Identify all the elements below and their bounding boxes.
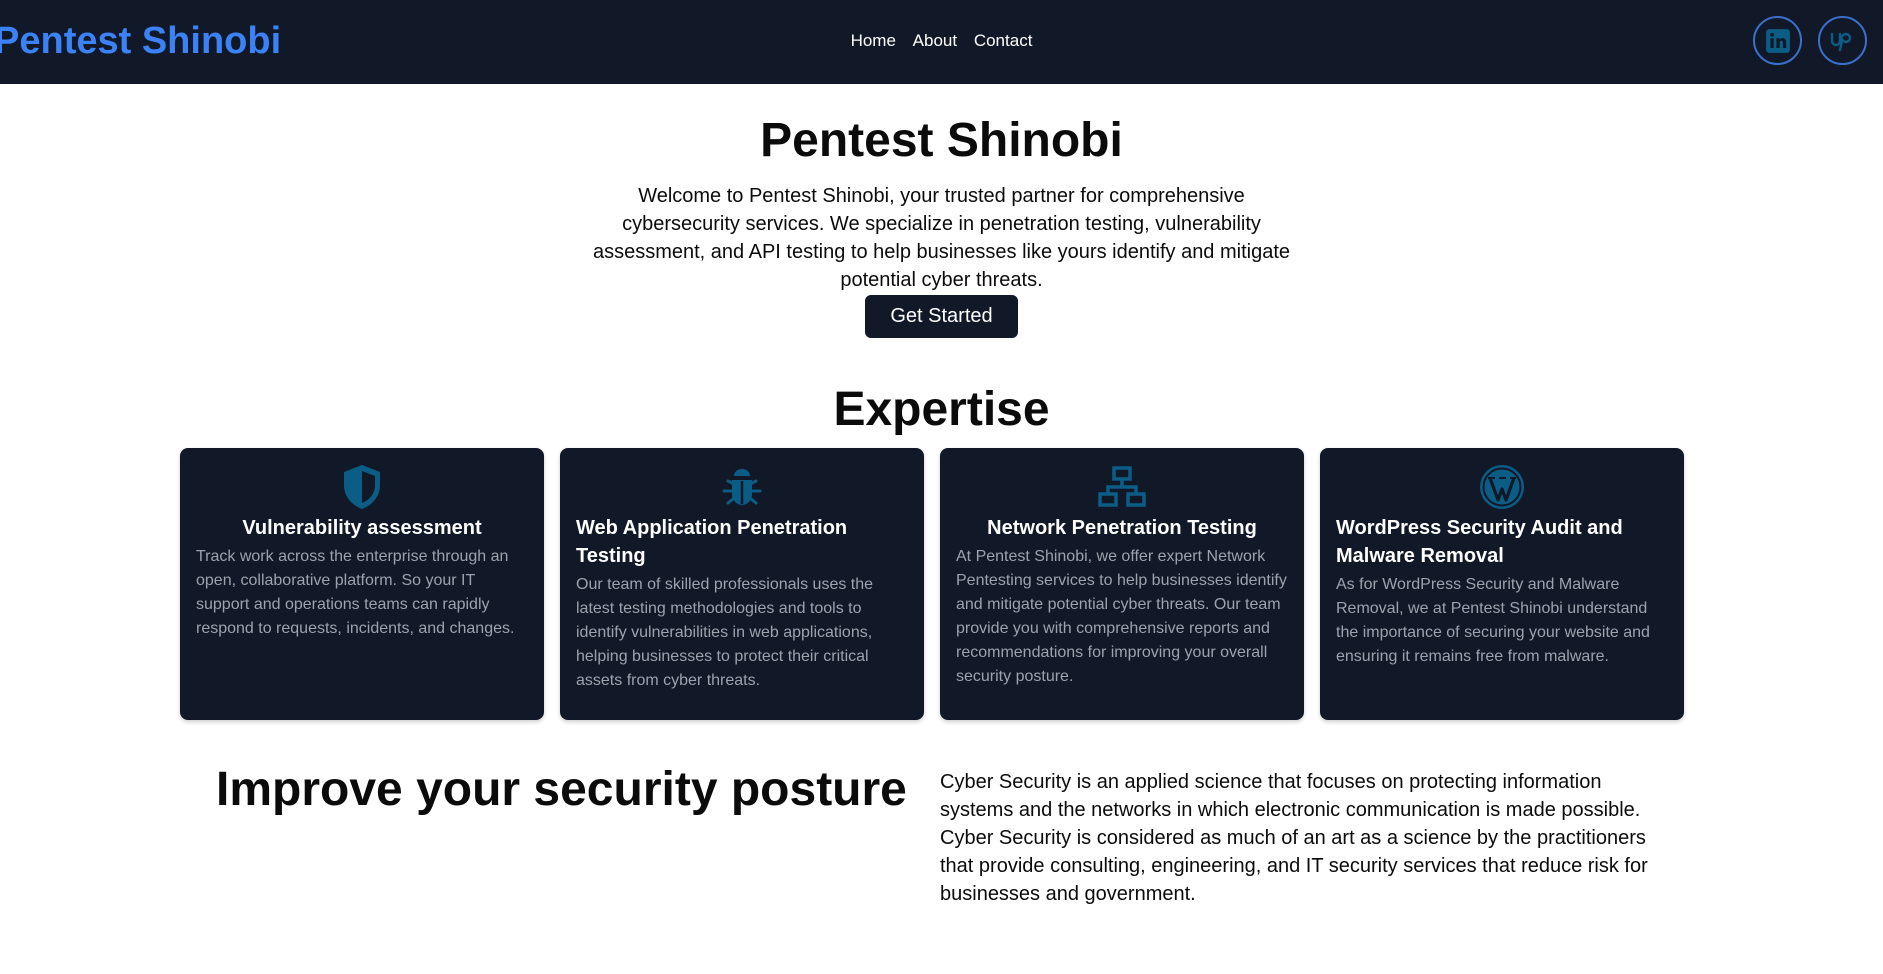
network-icon bbox=[1098, 466, 1146, 507]
posture-description: Cyber Security is an applied science tha… bbox=[940, 771, 1648, 905]
card-description: At Pentest Shinobi, we offer expert Netw… bbox=[956, 548, 1287, 685]
card-description: As for WordPress Security and Malware Re… bbox=[1336, 576, 1650, 665]
posture-heading: Improve your security posture bbox=[216, 763, 907, 816]
nav-link-contact[interactable]: Contact bbox=[974, 31, 1033, 50]
expertise-card: Vulnerability assessment Track work acro… bbox=[180, 448, 544, 720]
hero-section: Pentest Shinobi Welcome to Pentest Shino… bbox=[0, 84, 1883, 438]
card-title: Web Application Penetration Testing bbox=[576, 517, 848, 567]
shield-icon bbox=[344, 465, 380, 509]
expertise-heading: Expertise bbox=[833, 383, 1050, 436]
navbar: Pentest Shinobi Home About Contact bbox=[0, 0, 1883, 84]
bug-icon bbox=[722, 469, 762, 505]
get-started-button[interactable]: Get Started bbox=[865, 295, 1018, 338]
nav-links: Home About Contact bbox=[0, 31, 1883, 51]
expertise-cards: Vulnerability assessment Track work acro… bbox=[180, 448, 1684, 720]
social-links bbox=[1753, 16, 1867, 65]
upwork-icon bbox=[1830, 32, 1851, 51]
linkedin-icon bbox=[1765, 28, 1790, 53]
card-description: Our team of skilled professionals uses t… bbox=[576, 576, 874, 689]
expertise-card: WordPress Security Audit and Malware Rem… bbox=[1320, 448, 1684, 720]
card-title: Network Penetration Testing bbox=[987, 517, 1257, 539]
hero-description: Welcome to Pentest Shinobi, your trusted… bbox=[592, 185, 1291, 291]
card-title: Vulnerability assessment bbox=[242, 517, 482, 539]
upwork-button[interactable] bbox=[1818, 16, 1867, 65]
card-description: Track work across the enterprise through… bbox=[196, 548, 515, 637]
card-title: WordPress Security Audit and Malware Rem… bbox=[1336, 517, 1623, 567]
expertise-card: Network Penetration Testing At Pentest S… bbox=[940, 448, 1304, 720]
nav-link-about[interactable]: About bbox=[913, 31, 957, 50]
expertise-card: Web Application Penetration Testing Our … bbox=[560, 448, 924, 720]
linkedin-button[interactable] bbox=[1753, 16, 1802, 65]
wordpress-icon bbox=[1480, 465, 1524, 509]
nav-link-home[interactable]: Home bbox=[851, 31, 896, 50]
hero-title: Pentest Shinobi bbox=[760, 114, 1123, 167]
